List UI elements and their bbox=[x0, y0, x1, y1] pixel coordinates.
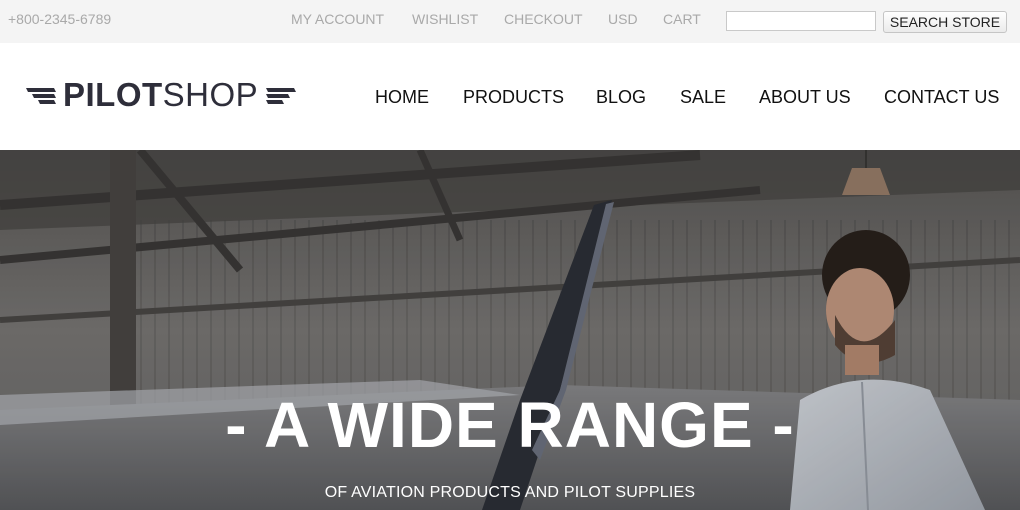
site-header: PILOTSHOP HOME PRODUCTS BLOG SALE ABOUT … bbox=[0, 43, 1020, 150]
nav-blog[interactable]: BLOG bbox=[596, 87, 646, 108]
wing-left-icon bbox=[26, 88, 56, 104]
nav-about-us[interactable]: ABOUT US bbox=[759, 87, 851, 108]
wing-right-icon bbox=[266, 88, 296, 104]
currency-selector[interactable]: USD bbox=[608, 11, 638, 27]
nav-contact-us[interactable]: CONTACT US bbox=[884, 87, 999, 108]
top-utility-bar: +800-2345-6789 MY ACCOUNT WISHLIST CHECK… bbox=[0, 0, 1020, 43]
nav-products[interactable]: PRODUCTS bbox=[463, 87, 564, 108]
search-input[interactable] bbox=[726, 11, 876, 31]
logo-light-text: SHOP bbox=[162, 76, 259, 113]
nav-home[interactable]: HOME bbox=[375, 87, 429, 108]
my-account-link[interactable]: MY ACCOUNT bbox=[291, 11, 384, 27]
logo-wordmark: PILOTSHOP bbox=[63, 76, 258, 114]
nav-sale[interactable]: SALE bbox=[680, 87, 726, 108]
checkout-link[interactable]: CHECKOUT bbox=[504, 11, 583, 27]
hero-banner: - A WIDE RANGE - OF AVIATION PRODUCTS AN… bbox=[0, 150, 1020, 510]
hero-title: - A WIDE RANGE - bbox=[225, 389, 795, 461]
logo-bold-text: PILOT bbox=[63, 76, 163, 113]
wishlist-link[interactable]: WISHLIST bbox=[412, 11, 478, 27]
hero-subtitle: OF AVIATION PRODUCTS AND PILOT SUPPLIES bbox=[324, 484, 696, 501]
search-store-button[interactable]: SEARCH STORE bbox=[883, 11, 1007, 33]
cart-link[interactable]: CART bbox=[663, 11, 701, 27]
